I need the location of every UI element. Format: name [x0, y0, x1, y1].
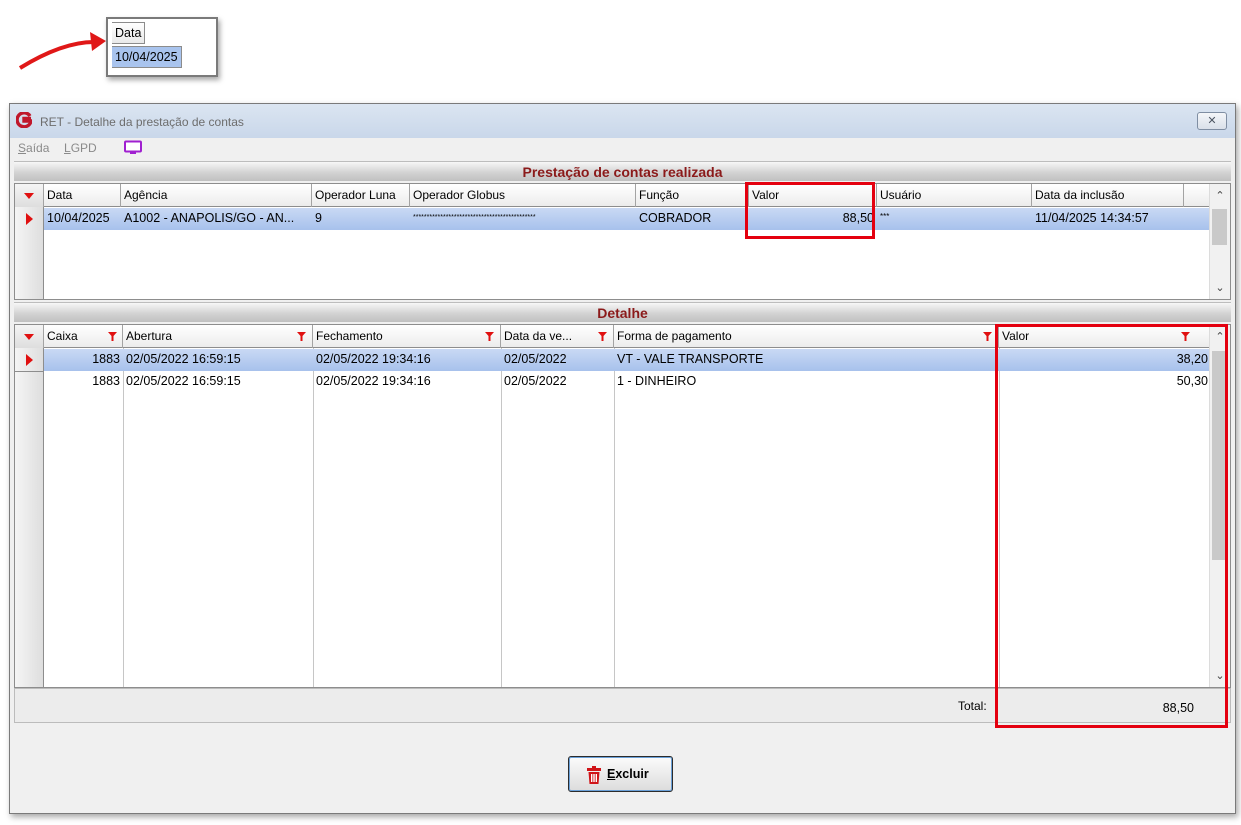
- cell-data-venda: 02/05/2022: [504, 352, 567, 366]
- trash-icon: [587, 766, 601, 784]
- window-title: RET - Detalhe da prestação de contas: [40, 115, 244, 129]
- cell-data-venda: 02/05/2022: [504, 374, 567, 388]
- cell-fechamento: 02/05/2022 19:34:16: [316, 352, 431, 366]
- col-funcao[interactable]: Função: [636, 184, 749, 207]
- col-data-inclusao[interactable]: Data da inclusão: [1032, 184, 1184, 207]
- table-row[interactable]: 1883 02/05/2022 16:59:15 02/05/2022 19:3…: [15, 349, 1209, 371]
- cell-usuario: ***: [880, 212, 890, 221]
- col-valor[interactable]: Valor: [999, 325, 1211, 348]
- row-indicator-icon: [15, 349, 44, 371]
- cell-abertura: 02/05/2022 16:59:15: [126, 374, 241, 388]
- scroll-down-icon[interactable]: ⌄: [1210, 667, 1230, 684]
- menu-saida[interactable]: Saída: [18, 141, 49, 155]
- cell-valor: 38,20: [1176, 352, 1208, 366]
- cell-operador-luna: 9: [315, 211, 322, 225]
- scroll-up-icon[interactable]: ⌃: [1210, 328, 1230, 345]
- prestacao-grid: Data Agência Operador Luna Operador Glob…: [14, 183, 1231, 300]
- cell-forma-pagamento: 1 - DINHEIRO: [617, 374, 697, 388]
- totals-bar: Total: 88,50: [14, 688, 1231, 723]
- scroll-down-icon[interactable]: ⌄: [1210, 279, 1230, 296]
- table-row[interactable]: 10/04/2025 A1002 - ANAPOLIS/GO - AN... 9…: [15, 208, 1209, 230]
- close-icon: ✕: [1207, 114, 1217, 127]
- cell-operador-globus: ****************************************…: [413, 214, 536, 221]
- callout-value: 10/04/2025: [112, 46, 182, 68]
- col-operador-luna[interactable]: Operador Luna: [312, 184, 410, 207]
- sort-down-icon[interactable]: [15, 184, 44, 207]
- col-caixa[interactable]: Caixa: [44, 325, 123, 348]
- cell-forma-pagamento: VT - VALE TRANSPORTE: [617, 352, 764, 366]
- col-usuario[interactable]: Usuário: [877, 184, 1032, 207]
- col-fechamento[interactable]: Fechamento: [313, 325, 501, 348]
- filter-icon[interactable]: [108, 332, 117, 341]
- column-divider: [614, 348, 615, 687]
- cell-valor: 50,30: [1176, 374, 1208, 388]
- col-data[interactable]: Data: [44, 184, 121, 207]
- filter-icon[interactable]: [983, 332, 992, 341]
- filter-icon[interactable]: [297, 332, 306, 341]
- main-window: RET - Detalhe da prestação de contas ✕ S…: [9, 103, 1236, 814]
- section-prestacao-title: Prestação de contas realizada: [14, 161, 1231, 181]
- menu-bar: Saída LGPD: [10, 138, 1235, 158]
- row-indicator: [15, 371, 44, 393]
- total-value: 88,50: [1162, 701, 1194, 715]
- col-forma-pagamento[interactable]: Forma de pagamento: [614, 325, 999, 348]
- prestacao-scrollbar[interactable]: ⌃ ⌄: [1209, 184, 1230, 299]
- prestacao-header: Data Agência Operador Luna Operador Glob…: [15, 184, 1230, 207]
- cell-valor: 88,50: [842, 211, 874, 225]
- detalhe-grid: Caixa Abertura Fechamento Data da ve... …: [14, 324, 1231, 688]
- delete-button-label: Excluir: [607, 767, 649, 781]
- col-agencia[interactable]: Agência: [121, 184, 312, 207]
- monitor-icon[interactable]: [123, 140, 143, 156]
- cell-agencia: A1002 - ANAPOLIS/GO - AN...: [124, 211, 295, 225]
- col-operador-globus[interactable]: Operador Globus: [410, 184, 636, 207]
- title-bar: RET - Detalhe da prestação de contas ✕: [10, 104, 1235, 138]
- column-divider: [123, 348, 124, 687]
- filter-icon[interactable]: [485, 332, 494, 341]
- menu-lgpd[interactable]: LGPD: [64, 141, 97, 155]
- filter-icon[interactable]: [598, 332, 607, 341]
- close-button[interactable]: ✕: [1197, 112, 1227, 130]
- callout-date-snippet: Data 10/04/2025: [106, 17, 218, 77]
- table-row[interactable]: 1883 02/05/2022 16:59:15 02/05/2022 19:3…: [15, 371, 1209, 393]
- cell-abertura: 02/05/2022 16:59:15: [126, 352, 241, 366]
- cell-funcao: COBRADOR: [639, 211, 712, 225]
- sort-down-icon[interactable]: [15, 325, 44, 348]
- col-valor[interactable]: Valor: [749, 184, 877, 207]
- detalhe-header: Caixa Abertura Fechamento Data da ve... …: [15, 325, 1230, 348]
- callout-arrow-icon: [18, 32, 106, 70]
- app-logo-icon: [16, 112, 32, 128]
- cell-caixa: 1883: [92, 352, 120, 366]
- scroll-up-icon[interactable]: ⌃: [1210, 187, 1230, 204]
- detalhe-scrollbar[interactable]: ⌃ ⌄: [1209, 325, 1230, 687]
- scroll-thumb[interactable]: [1212, 351, 1227, 560]
- column-divider: [999, 348, 1000, 687]
- cell-data: 10/04/2025: [47, 211, 110, 225]
- row-indicator-icon: [15, 208, 44, 230]
- callout-header: Data: [112, 22, 146, 44]
- total-label: Total:: [958, 699, 987, 713]
- col-data-venda[interactable]: Data da ve...: [501, 325, 614, 348]
- col-abertura[interactable]: Abertura: [123, 325, 313, 348]
- cell-fechamento: 02/05/2022 19:34:16: [316, 374, 431, 388]
- delete-button[interactable]: Excluir: [568, 756, 673, 792]
- filter-icon[interactable]: [1181, 332, 1190, 341]
- cell-data-inclusao: 11/04/2025 14:34:57: [1035, 211, 1149, 225]
- scroll-thumb[interactable]: [1212, 209, 1227, 245]
- section-detalhe-title: Detalhe: [14, 302, 1231, 322]
- column-divider: [313, 348, 314, 687]
- column-divider: [501, 348, 502, 687]
- cell-caixa: 1883: [92, 374, 120, 388]
